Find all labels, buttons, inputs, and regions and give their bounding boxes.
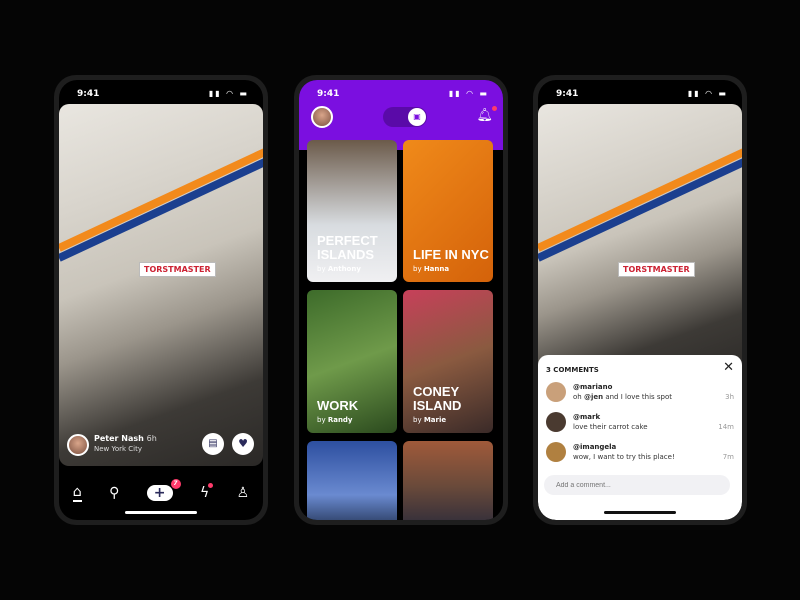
plus-button[interactable]: +7 [146, 479, 181, 501]
notification-dot [492, 106, 497, 111]
like-button[interactable]: ♥ [232, 433, 254, 455]
card-view-icon: ▣ [408, 108, 426, 126]
location: New York City [94, 445, 142, 453]
status-bar: 9:41 ▮▮ ◠ ▬ [299, 80, 503, 106]
comment-user[interactable]: @imangela [573, 443, 616, 451]
wall-stripe [59, 157, 263, 262]
story-card[interactable]: WORK by Randy [307, 290, 397, 433]
lightning-icon[interactable]: ϟ [200, 483, 214, 501]
card-author: by Marie [413, 416, 447, 424]
comment-input[interactable] [544, 475, 730, 495]
home-indicator [125, 511, 197, 514]
comment-text: oh @jen and I love this spot [573, 393, 673, 401]
comment-user[interactable]: @mariano [573, 383, 612, 391]
phone-feed: 9:41 ▮▮ ◠ ▬ TORSTMASTER Peter Nash 6h New… [54, 75, 268, 525]
phone-comments: 9:41 ▮▮ ◠ ▬ TORSTMASTER 3 COMMENTS ✕ @mar… [533, 75, 747, 525]
search-icon[interactable]: ⚲ [109, 485, 119, 501]
signal-wifi-battery-icon: ▮▮ ◠ ▬ [687, 89, 728, 98]
story-card[interactable] [307, 441, 397, 520]
comments-sheet: 3 COMMENTS ✕ @mariano oh @jen and I love … [538, 355, 742, 520]
clock: 9:41 [317, 89, 340, 99]
profile-avatar[interactable] [311, 106, 333, 128]
comment-user[interactable]: @mark [573, 413, 600, 421]
card-author: by Hanna [413, 265, 450, 273]
profile-icon[interactable]: ♙ [237, 485, 250, 501]
signal-wifi-battery-icon: ▮▮ ◠ ▬ [208, 89, 249, 98]
bell-icon[interactable]: 🔔︎ [476, 106, 497, 123]
story-card[interactable]: LIFE IN NYC by Hanna [403, 140, 493, 282]
card-author: by Randy [317, 416, 353, 424]
story-card[interactable] [403, 441, 493, 520]
comment-button[interactable]: ▤ [202, 433, 224, 455]
avatar[interactable] [546, 442, 566, 462]
story-card[interactable]: PERFECT ISLANDS by Anthony [307, 140, 397, 282]
wall-stripe [59, 147, 263, 252]
notification-badge: 7 [170, 479, 181, 489]
comment-text: love their carrot cake [573, 423, 648, 431]
card-title: LIFE IN NYC [413, 247, 489, 262]
home-icon[interactable]: ⌂ [72, 484, 82, 502]
comment-item: @mariano oh @jen and I love this spot 3h [546, 382, 734, 410]
card-title: WORK [317, 398, 359, 413]
post-photo: TORSTMASTER [538, 104, 742, 384]
avatar[interactable] [546, 382, 566, 402]
activity-dot [208, 483, 214, 488]
signal-wifi-battery-icon: ▮▮ ◠ ▬ [448, 89, 489, 98]
clock: 9:41 [556, 89, 579, 99]
comment-time: 3h [725, 393, 734, 401]
clock: 9:41 [77, 89, 100, 99]
comments-title: 3 COMMENTS [546, 366, 599, 374]
avatar[interactable] [546, 412, 566, 432]
comment-time: 14m [718, 423, 734, 431]
post-age: 6h [146, 434, 157, 443]
bottom-nav: ⌂ ⚲ +7 ϟ ♙ [59, 478, 263, 508]
comment-text: wow, I want to try this place! [573, 453, 675, 461]
story-card[interactable]: CONEY ISLAND by Marie [403, 290, 493, 433]
close-icon[interactable]: ✕ [723, 360, 734, 375]
card-author: by Anthony [317, 265, 361, 273]
store-sign: TORSTMASTER [139, 262, 216, 277]
view-toggle[interactable]: ▣ [383, 107, 427, 127]
post-photo[interactable]: TORSTMASTER Peter Nash 6h New York City … [59, 104, 263, 466]
comment-item: @mark love their carrot cake 14m [546, 412, 734, 440]
home-indicator [604, 511, 676, 514]
wall-stripe [538, 157, 742, 262]
card-title: CONEY ISLAND [413, 384, 462, 413]
status-bar: 9:41 ▮▮ ◠ ▬ [59, 80, 263, 106]
comment-time: 7m [722, 453, 734, 461]
user-name[interactable]: Peter Nash [94, 434, 144, 443]
store-sign: TORSTMASTER [618, 262, 695, 277]
phone-explore: 9:41 ▮▮ ◠ ▬ ▣ 🔔︎ PERFECT ISLANDS by Anthon… [294, 75, 508, 525]
comment-item: @imangela wow, I want to try this place! 7… [546, 442, 734, 470]
card-title: PERFECT ISLANDS [317, 233, 378, 262]
avatar[interactable] [67, 434, 89, 456]
wall-stripe [538, 147, 742, 252]
status-bar: 9:41 ▮▮ ◠ ▬ [538, 80, 742, 106]
